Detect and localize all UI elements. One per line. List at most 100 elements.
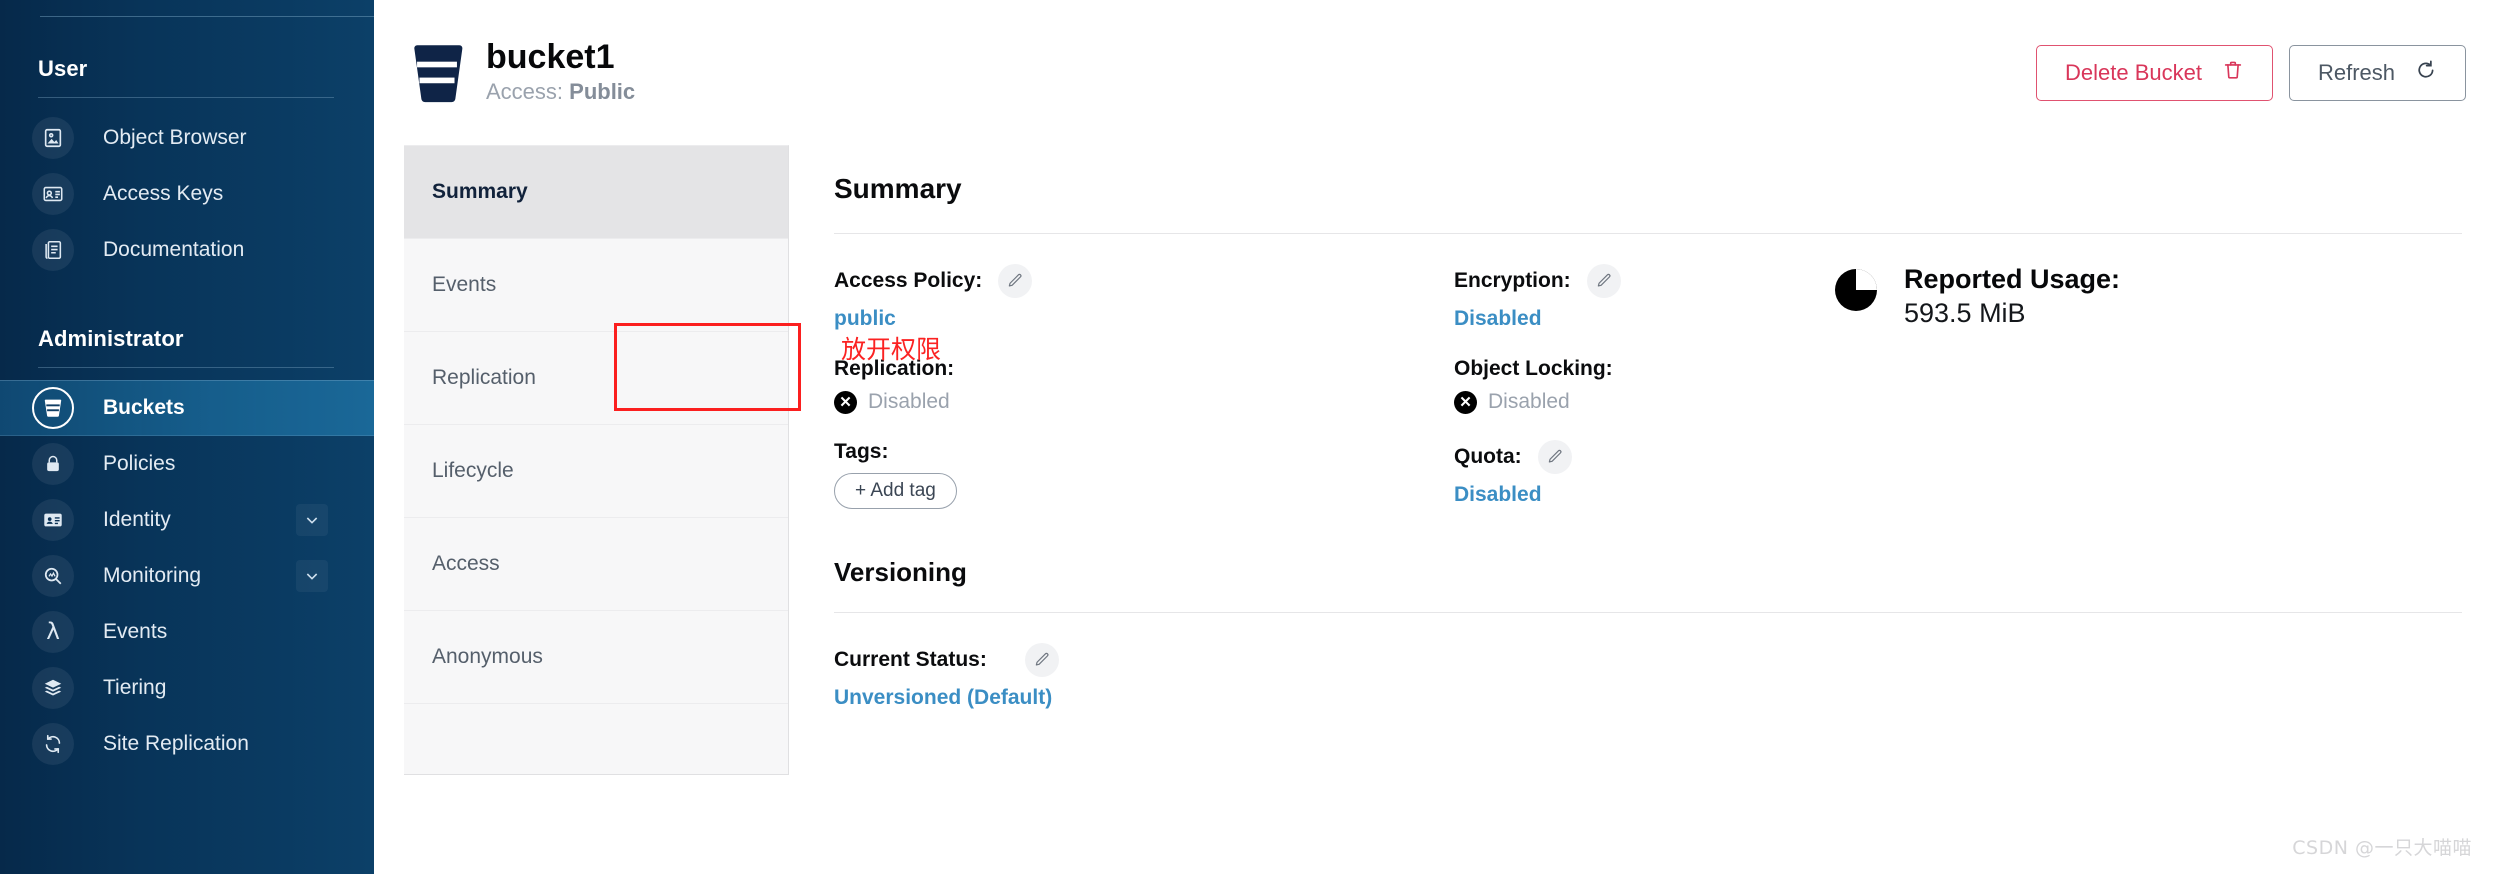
chevron-down-icon[interactable] <box>296 560 328 592</box>
edit-quota-button[interactable] <box>1538 440 1572 474</box>
tab-label: Anonymous <box>432 645 543 669</box>
reported-usage-block: Reported Usage: 593.5 MiB <box>1834 264 2462 329</box>
versioning-heading: Versioning <box>834 557 2462 588</box>
object-locking-label: Object Locking: <box>1454 357 1613 381</box>
sidebar-item-label: Buckets <box>103 396 185 420</box>
tab-access[interactable]: Access <box>404 518 788 611</box>
sidebar-item-events[interactable]: λ Events <box>0 604 374 660</box>
summary-column-middle: Encryption: Disabled <box>1454 264 1834 535</box>
delete-bucket-label: Delete Bucket <box>2065 60 2202 86</box>
bucket-icon <box>410 42 464 104</box>
disabled-x-icon: ✕ <box>834 391 857 414</box>
tab-label: Lifecycle <box>432 459 514 483</box>
add-tag-button[interactable]: + Add tag <box>834 473 957 509</box>
tab-label: Summary <box>432 180 528 204</box>
sidebar-item-label: Access Keys <box>103 182 223 206</box>
sidebar-item-object-browser[interactable]: Object Browser <box>0 110 374 166</box>
chevron-down-icon[interactable] <box>296 504 328 536</box>
encryption-field: Encryption: Disabled <box>1454 264 1834 331</box>
documentation-icon <box>32 229 74 271</box>
edit-access-policy-button[interactable] <box>998 264 1032 298</box>
tags-label: Tags: <box>834 440 888 464</box>
sidebar-item-policies[interactable]: Policies <box>0 436 374 492</box>
edit-versioning-button[interactable] <box>1025 643 1059 677</box>
bucket-icon <box>32 387 74 429</box>
sidebar-section-rule <box>38 367 334 368</box>
refresh-icon <box>2415 58 2437 88</box>
sidebar-item-label: Events <box>103 620 167 644</box>
tab-replication[interactable]: Replication <box>404 332 788 425</box>
sidebar-item-access-keys[interactable]: Access Keys <box>0 166 374 222</box>
layers-icon <box>32 667 74 709</box>
sidebar-top-divider <box>40 16 374 17</box>
sidebar-section-administrator: Administrator Buckets <box>0 278 374 772</box>
bucket-access-value: Public <box>569 79 635 104</box>
tab-anonymous[interactable]: Anonymous <box>404 611 788 704</box>
object-locking-value-row: ✕ Disabled <box>1454 390 1834 414</box>
bucket-title-texts: bucket1 Access: Public <box>486 40 635 106</box>
reported-usage-value: 593.5 MiB <box>1904 298 2120 329</box>
object-locking-value: Disabled <box>1488 390 1570 414</box>
sidebar-item-tiering[interactable]: Tiering <box>0 660 374 716</box>
pie-chart-icon <box>1834 268 1878 312</box>
annotation-text: 放开权限 <box>841 330 941 366</box>
sidebar-item-label: Identity <box>103 508 171 532</box>
sidebar-item-identity[interactable]: Identity <box>0 492 374 548</box>
page-header: bucket1 Access: Public Delete Bucket <box>374 0 2502 145</box>
quota-label-row: Quota: <box>1454 440 1834 474</box>
tab-label: Replication <box>432 366 536 390</box>
encryption-label-row: Encryption: <box>1454 264 1834 298</box>
sidebar-section-user: User Object Browser <box>0 0 374 278</box>
tags-label-row: Tags: <box>834 440 1454 464</box>
access-policy-field: Access Policy: public <box>834 264 1454 331</box>
summary-column-right: Reported Usage: 593.5 MiB <box>1834 264 2462 535</box>
bucket-tab-list: Summary Events Replication Lifecycle Acc… <box>404 145 789 775</box>
trash-icon <box>2222 58 2244 88</box>
access-policy-value[interactable]: public <box>834 307 1454 331</box>
encryption-value[interactable]: Disabled <box>1454 307 1834 331</box>
lock-icon <box>32 443 74 485</box>
site-replication-icon <box>32 723 74 765</box>
object-browser-icon <box>32 117 74 159</box>
encryption-label: Encryption: <box>1454 269 1571 293</box>
object-locking-label-row: Object Locking: <box>1454 357 1834 381</box>
tab-events[interactable]: Events <box>404 239 788 332</box>
disabled-x-icon: ✕ <box>1454 391 1477 414</box>
page-title: bucket1 <box>486 40 635 76</box>
sidebar-item-monitoring[interactable]: Monitoring <box>0 548 374 604</box>
sidebar-item-label: Object Browser <box>103 126 247 150</box>
content-area: Summary Events Replication Lifecycle Acc… <box>374 145 2502 874</box>
watermark: CSDN @一只大喵喵 <box>2292 833 2472 860</box>
quota-value[interactable]: Disabled <box>1454 483 1834 507</box>
tags-field: Tags: + Add tag <box>834 440 1454 509</box>
current-status-label: Current Status: <box>834 648 987 672</box>
tab-label: Events <box>432 273 496 297</box>
bucket-access-prefix: Access: <box>486 79 569 104</box>
add-tag-label: + Add tag <box>855 480 936 502</box>
summary-grid: Access Policy: public <box>834 234 2462 535</box>
main-content: bucket1 Access: Public Delete Bucket <box>374 0 2502 874</box>
sidebar-item-documentation[interactable]: Documentation <box>0 222 374 278</box>
summary-column-left: Access Policy: public <box>834 264 1454 535</box>
refresh-label: Refresh <box>2318 60 2395 86</box>
tab-lifecycle[interactable]: Lifecycle <box>404 425 788 518</box>
quota-label: Quota: <box>1454 445 1522 469</box>
bucket-title-block: bucket1 Access: Public <box>410 40 635 106</box>
reported-usage-texts: Reported Usage: 593.5 MiB <box>1904 264 2120 329</box>
delete-bucket-button[interactable]: Delete Bucket <box>2036 45 2273 101</box>
minio-console-page: User Object Browser <box>0 0 2502 874</box>
sidebar-item-site-replication[interactable]: Site Replication <box>0 716 374 772</box>
sidebar-section-title-user: User <box>0 56 374 82</box>
current-status-value[interactable]: Unversioned (Default) <box>834 686 2462 710</box>
refresh-button[interactable]: Refresh <box>2289 45 2466 101</box>
current-status-label-row: Current Status: <box>834 643 2462 677</box>
tab-summary[interactable]: Summary <box>404 146 788 239</box>
access-policy-label-row: Access Policy: <box>834 264 1454 298</box>
sidebar-item-label: Policies <box>103 452 175 476</box>
edit-encryption-button[interactable] <box>1587 264 1621 298</box>
sidebar-item-buckets[interactable]: Buckets <box>0 380 374 436</box>
quota-field: Quota: Disabled <box>1454 440 1834 507</box>
access-policy-label: Access Policy: <box>834 269 982 293</box>
summary-panel: Summary Access Policy: <box>789 145 2502 783</box>
lambda-icon: λ <box>32 611 74 653</box>
